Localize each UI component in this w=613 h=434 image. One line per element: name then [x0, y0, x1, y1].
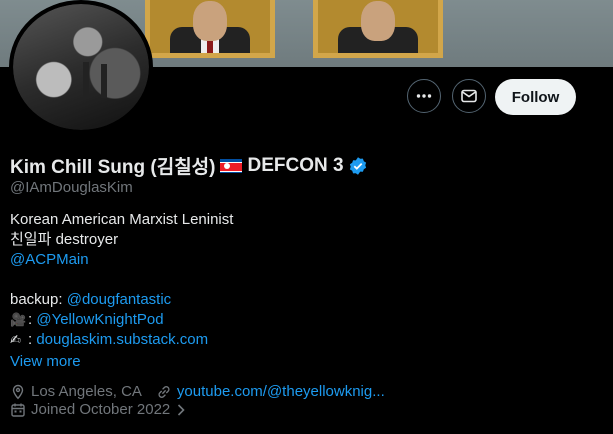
- camera-icon: 🎥: [10, 312, 27, 327]
- location-pin-icon: [12, 384, 24, 399]
- substack-link[interactable]: douglaskim.substack.com: [36, 331, 208, 348]
- verified-badge-icon[interactable]: [348, 156, 368, 176]
- chevron-right-icon[interactable]: [175, 403, 187, 417]
- avatar-photo: [13, 4, 149, 130]
- profile-handle: @IAmDouglasKim: [10, 179, 133, 196]
- bio-line: 친일파 destroyer: [10, 231, 119, 248]
- separator: :: [28, 331, 33, 348]
- backup-label: backup:: [10, 291, 63, 308]
- banner-portrait-right: [313, 0, 443, 58]
- view-more-link[interactable]: View more: [10, 353, 81, 370]
- follow-button[interactable]: Follow: [495, 79, 576, 115]
- avatar[interactable]: [9, 0, 153, 134]
- more-icon: [416, 94, 432, 98]
- website-link[interactable]: youtube.com/@theyellowknig...: [177, 383, 385, 400]
- banner-portrait-left: [145, 0, 275, 58]
- message-icon: [461, 89, 477, 103]
- backup-account-link[interactable]: @dougfantastic: [67, 291, 171, 308]
- separator: :: [28, 311, 33, 328]
- calendar-icon: [11, 403, 25, 417]
- bio-line: Korean American Marxist Leninist: [10, 211, 234, 228]
- profile-meta-row: Joined October 2022: [10, 401, 192, 418]
- display-name-text: Kim Chill Sung (김칠성): [10, 157, 216, 178]
- more-options-button[interactable]: [407, 79, 441, 113]
- podcast-link[interactable]: @YellowKnightPod: [36, 311, 163, 328]
- link-icon: [158, 385, 170, 398]
- writing-hand-icon: ✍: [10, 332, 21, 347]
- north-korea-flag-icon: [220, 158, 243, 173]
- message-button[interactable]: [452, 79, 486, 113]
- microphone-stand: [83, 62, 89, 98]
- display-name: Kim Chill Sung (김칠성) DEFCON 3: [10, 152, 368, 179]
- profile-bio: Korean American Marxist Leninist 친일파 des…: [10, 210, 233, 350]
- bio-mention-link[interactable]: @ACPMain: [10, 251, 89, 268]
- microphone-stand: [101, 64, 107, 98]
- profile-meta-row: Los Angeles, CA youtube.com/@theyellowkn…: [10, 383, 385, 400]
- joined-date: Joined October 2022: [31, 401, 171, 418]
- display-name-suffix: DEFCON 3: [247, 154, 344, 176]
- location-text: Los Angeles, CA: [31, 383, 142, 400]
